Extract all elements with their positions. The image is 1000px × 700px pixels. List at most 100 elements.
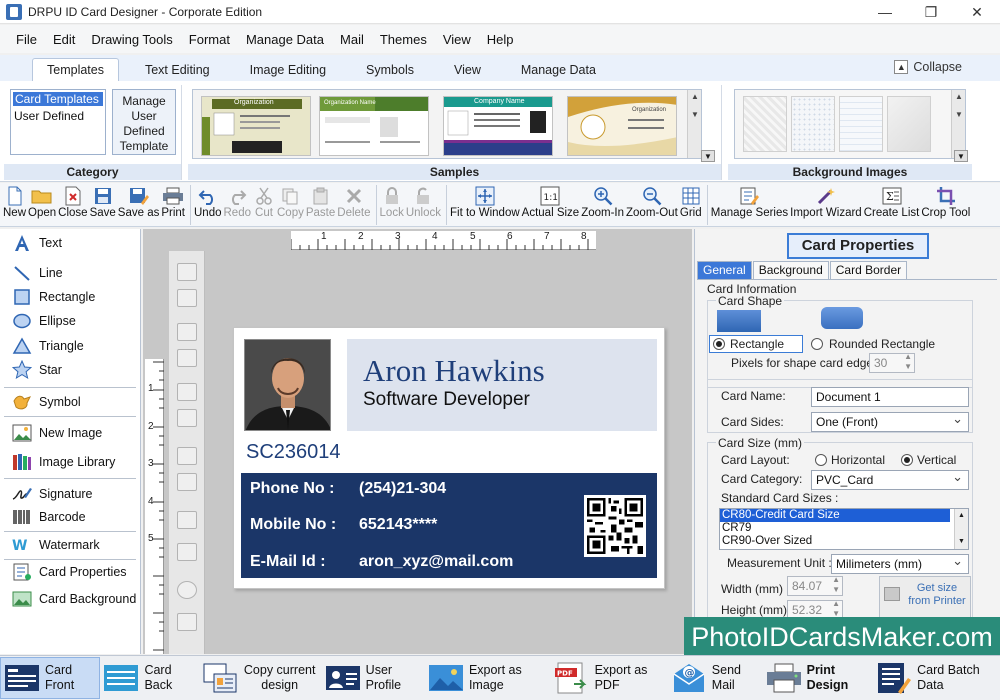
tab-card-border[interactable]: Card Border: [829, 261, 908, 279]
standard-sizes-list[interactable]: CR80-Credit Card Size CR79 CR90-Over Siz…: [719, 508, 969, 550]
bring-forward-icon[interactable]: [177, 263, 197, 281]
category-list[interactable]: Card Templates User Defined: [10, 89, 106, 155]
menu-themes[interactable]: Themes: [374, 32, 433, 47]
rectangle-shape-preview[interactable]: [717, 310, 761, 332]
group-icon[interactable]: [177, 511, 197, 529]
actual-size-button[interactable]: 1:1 Actual Size: [522, 183, 579, 219]
background-tile-2[interactable]: [791, 96, 835, 152]
background-scrollbar[interactable]: ▲ ▼: [951, 90, 965, 158]
rectangle-option[interactable]: Rectangle: [709, 335, 803, 353]
card-back-button[interactable]: Card Back: [100, 657, 197, 699]
delete-button[interactable]: Delete: [337, 183, 371, 219]
copy-current-design-button[interactable]: Copy current design: [198, 657, 322, 699]
measurement-unit-select[interactable]: Milimeters (mm): [831, 552, 969, 574]
id-card-design[interactable]: Aron Hawkins Software Developer SC236014…: [233, 327, 665, 589]
background-tile-4[interactable]: [887, 96, 931, 152]
crop-tool-button[interactable]: Crop Tool: [921, 183, 970, 219]
paste-button[interactable]: Paste: [306, 183, 335, 219]
employee-name[interactable]: Aron Hawkins: [363, 353, 545, 389]
create-list-button[interactable]: Σ Create List: [864, 183, 919, 219]
import-wizard-button[interactable]: Import Wizard: [790, 183, 862, 219]
size-option-cr80[interactable]: CR80-Credit Card Size: [720, 509, 950, 522]
tab-view[interactable]: View: [440, 59, 495, 81]
send-backward-icon[interactable]: [177, 289, 197, 307]
unlock-object-icon[interactable]: [177, 349, 197, 367]
user-profile-button[interactable]: User Profile: [322, 657, 425, 699]
card-name-input[interactable]: Document 1: [811, 387, 969, 407]
phone-label[interactable]: Phone No :: [250, 480, 334, 498]
tab-symbols[interactable]: Symbols: [352, 59, 428, 81]
horizontal-radio[interactable]: [815, 454, 827, 466]
email-value[interactable]: aron_xyz@mail.com: [359, 553, 513, 571]
cut-button[interactable]: Cut: [253, 183, 275, 219]
menu-file[interactable]: File: [10, 32, 43, 47]
menu-help[interactable]: Help: [481, 32, 520, 47]
scroll-up-icon[interactable]: ▲: [688, 90, 702, 104]
employee-photo[interactable]: [244, 339, 331, 431]
tool-rectangle[interactable]: Rectangle: [0, 286, 140, 308]
zoom-out-button[interactable]: Zoom-Out: [626, 183, 678, 219]
sizes-scrollbar[interactable]: ▲ ▼: [954, 509, 968, 549]
zoom-in-button[interactable]: Zoom-In: [581, 183, 624, 219]
background-tile-3[interactable]: [839, 96, 883, 152]
tool-triangle[interactable]: Triangle: [0, 335, 140, 357]
send-mail-button[interactable]: @ Send Mail: [668, 657, 763, 699]
menu-manage-data[interactable]: Manage Data: [240, 32, 330, 47]
tool-new-image[interactable]: New Image: [0, 422, 140, 444]
tool-barcode[interactable]: Barcode: [0, 506, 140, 528]
mobile-label[interactable]: Mobile No :: [250, 516, 336, 534]
menu-mail[interactable]: Mail: [334, 32, 370, 47]
lock-object-icon[interactable]: [177, 323, 197, 341]
mobile-value[interactable]: 652143****: [359, 516, 437, 534]
email-label[interactable]: E-Mail Id :: [250, 553, 326, 571]
employee-role[interactable]: Software Developer: [363, 389, 530, 411]
sample-template-4[interactable]: Organization: [567, 96, 677, 156]
qr-code[interactable]: [584, 495, 646, 557]
tool-watermark[interactable]: W Watermark: [0, 534, 140, 556]
sample-template-3[interactable]: Company Name: [443, 96, 553, 156]
bg-scroll-up-icon[interactable]: ▲: [952, 90, 966, 104]
tab-templates[interactable]: Templates: [32, 58, 119, 81]
tab-manage-data[interactable]: Manage Data: [507, 59, 610, 81]
sample-template-1[interactable]: Organization: [201, 96, 311, 156]
design-canvas[interactable]: 1 2 3 4 5 6 7 8 1 2 3 4 5 Aron Hawkins S…: [143, 229, 692, 654]
close-file-button[interactable]: Close: [58, 183, 88, 219]
redo-button[interactable]: Redo: [224, 183, 251, 219]
tool-ellipse[interactable]: Ellipse: [0, 310, 140, 332]
lock-button[interactable]: Lock: [380, 183, 404, 219]
grid-button[interactable]: Grid: [680, 183, 702, 219]
align-right-icon[interactable]: [177, 409, 197, 427]
rectangle-radio[interactable]: [713, 338, 725, 350]
export-as-pdf-button[interactable]: PDF Export as PDF: [551, 657, 668, 699]
tool-signature[interactable]: Signature: [0, 483, 140, 505]
fit-object-icon[interactable]: [177, 543, 197, 561]
tool-star[interactable]: Star: [0, 359, 140, 381]
rounded-shape-preview[interactable]: [821, 307, 863, 329]
sample-template-2[interactable]: Organization Name: [319, 96, 429, 156]
unlock-button[interactable]: Unlock: [406, 183, 441, 219]
fit-to-window-button[interactable]: Fit to Window: [450, 183, 520, 219]
close-button[interactable]: ✕: [954, 0, 1000, 24]
menu-view[interactable]: View: [437, 32, 477, 47]
align-center-icon[interactable]: [177, 447, 197, 465]
menu-drawing-tools[interactable]: Drawing Tools: [85, 32, 178, 47]
manage-series-button[interactable]: Manage Series: [711, 183, 788, 219]
height-spinner-icon[interactable]: ▲ ▼: [832, 599, 840, 619]
tab-background[interactable]: Background: [752, 261, 829, 279]
tool-text[interactable]: Text: [0, 232, 140, 254]
align-middle-icon[interactable]: [177, 473, 197, 491]
manage-user-defined-template-button[interactable]: Manage User Defined Template: [112, 89, 176, 155]
card-category-select[interactable]: PVC_Card: [811, 468, 969, 490]
collapse-ribbon-button[interactable]: ▲ Collapse: [894, 60, 962, 74]
category-card-templates[interactable]: Card Templates: [13, 92, 103, 106]
tool-card-background[interactable]: Card Background: [0, 588, 140, 610]
open-button[interactable]: Open: [28, 183, 56, 219]
rounded-rectangle-radio[interactable]: [811, 338, 823, 350]
copy-button[interactable]: Copy: [277, 183, 304, 219]
samples-scrollbar[interactable]: ▲ ▼: [687, 90, 701, 158]
tab-text-editing[interactable]: Text Editing: [131, 59, 224, 81]
width-input[interactable]: 84.07 ▲ ▼: [787, 575, 843, 596]
tool-image-library[interactable]: Image Library: [0, 451, 140, 473]
menu-edit[interactable]: Edit: [47, 32, 81, 47]
menu-format[interactable]: Format: [183, 32, 236, 47]
